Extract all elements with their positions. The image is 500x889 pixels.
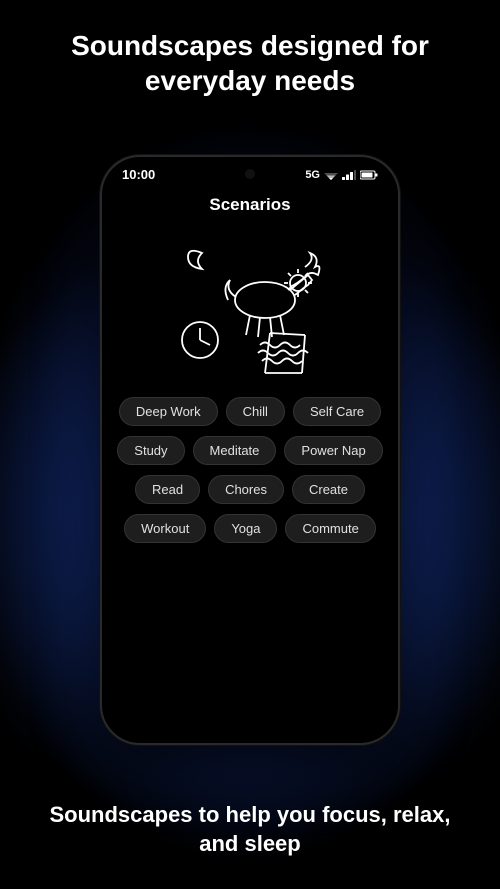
chip-study[interactable]: Study: [117, 436, 184, 465]
chip-create[interactable]: Create: [292, 475, 365, 504]
phone-body: 10:00 5G: [100, 155, 400, 745]
chip-deep-work[interactable]: Deep Work: [119, 397, 218, 426]
chip-self-care[interactable]: Self Care: [293, 397, 381, 426]
camera-dot: [245, 169, 255, 179]
status-time: 10:00: [122, 167, 155, 182]
status-icons: 5G: [305, 169, 378, 181]
network-label: 5G: [305, 169, 320, 181]
chips-row-2: Study Meditate Power Nap: [117, 436, 382, 465]
phone-mockup: 10:00 5G: [100, 155, 400, 745]
screen-title: Scenarios: [209, 195, 290, 215]
phone-screen: 10:00 5G: [102, 157, 398, 743]
chips-row-4: Workout Yoga Commute: [124, 514, 376, 543]
chip-read[interactable]: Read: [135, 475, 200, 504]
chips-container: Deep Work Chill Self Care Study Meditate…: [107, 397, 392, 543]
battery-icon: [360, 170, 378, 180]
chip-yoga[interactable]: Yoga: [214, 514, 277, 543]
top-title: Soundscapes designed for everyday needs: [0, 28, 500, 98]
chip-meditate[interactable]: Meditate: [193, 436, 277, 465]
chip-chores[interactable]: Chores: [208, 475, 284, 504]
chips-row-3: Read Chores Create: [135, 475, 365, 504]
bottom-subtitle: Soundscapes to help you focus, relax, an…: [0, 800, 500, 859]
illustration: [150, 225, 350, 385]
bars-icon: [342, 170, 356, 180]
chips-row-1: Deep Work Chill Self Care: [119, 397, 381, 426]
chip-workout[interactable]: Workout: [124, 514, 206, 543]
chip-chill[interactable]: Chill: [226, 397, 285, 426]
signal-icon: [324, 170, 338, 180]
chip-power-nap[interactable]: Power Nap: [284, 436, 382, 465]
chip-commute[interactable]: Commute: [285, 514, 375, 543]
